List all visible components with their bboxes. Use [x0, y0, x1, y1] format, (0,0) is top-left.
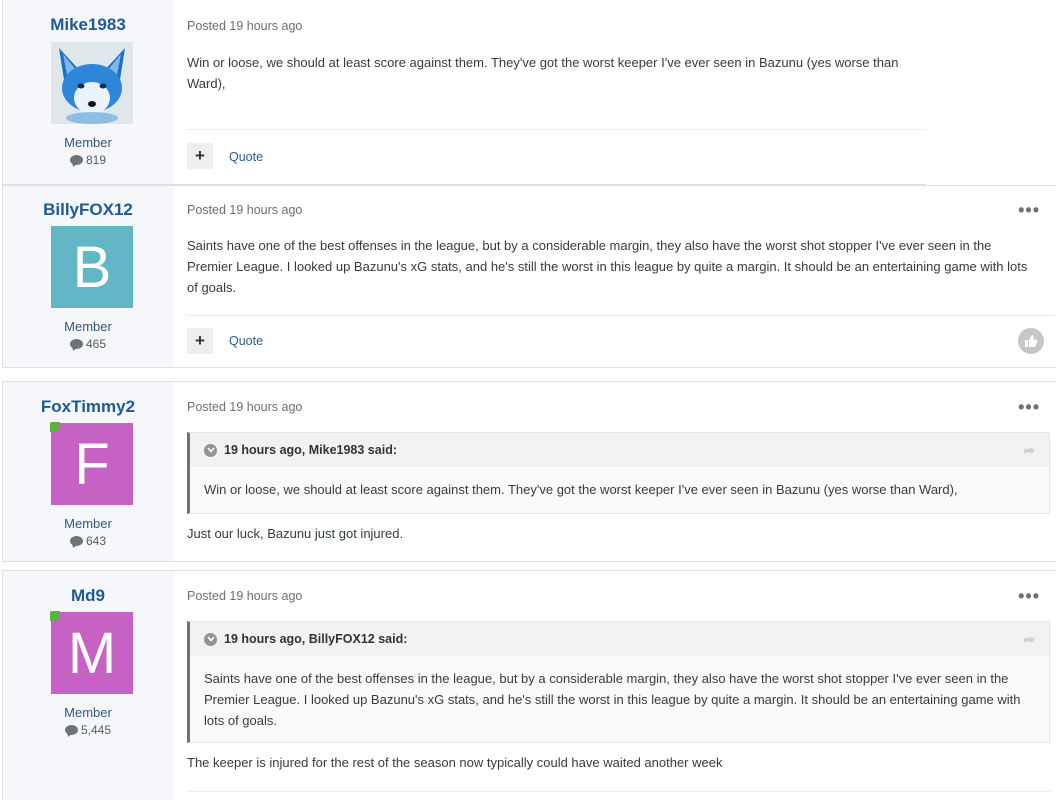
quote-citation: 19 hours ago, BillyFOX12 said:: [224, 632, 408, 646]
forum-post: FoxTimmy2 F Member 643 Posted 19 hours a…: [2, 381, 1056, 562]
posted-label: Posted: [187, 19, 226, 33]
post-count: 819: [3, 153, 173, 167]
quote-header: 19 hours ago, Mike1983 said: ➦: [190, 433, 1049, 467]
member-title: Member: [64, 516, 112, 531]
avatar[interactable]: F: [50, 422, 133, 505]
divider: [187, 315, 1055, 316]
quote-text: Win or loose, we should at least score a…: [204, 482, 958, 497]
quote-header: 19 hours ago, BillyFOX12 said: ➦: [190, 622, 1049, 656]
posted-label: Posted: [187, 400, 226, 414]
multiquote-button[interactable]: +: [187, 143, 213, 169]
post-count: 5,445: [3, 723, 173, 737]
avatar-letter: B: [72, 234, 112, 300]
share-arrow-icon[interactable]: ➦: [1023, 631, 1035, 648]
author-name[interactable]: Mike1983: [3, 15, 173, 35]
author-panel: Mike1983 Member 819: [3, 0, 173, 184]
posted-label: Posted: [187, 589, 226, 603]
avatar-letter: M: [67, 620, 117, 686]
member-title: Member: [64, 319, 112, 334]
author-name[interactable]: Md9: [3, 586, 173, 606]
quote-citation: 19 hours ago, Mike1983 said:: [224, 443, 397, 457]
post-count-value: 465: [85, 337, 107, 351]
post-content: Win or loose, we should at least score a…: [187, 55, 899, 91]
post-count: 465: [3, 337, 173, 351]
author-name[interactable]: FoxTimmy2: [3, 397, 173, 417]
comment-icon: [69, 155, 83, 165]
avatar-letter: F: [74, 431, 110, 497]
author-name[interactable]: BillyFOX12: [3, 200, 173, 220]
forum-post: Mike1983 Member 819 Posted 19 hours ago …: [2, 0, 927, 185]
chevron-down-icon[interactable]: [204, 443, 217, 457]
forum-post: Md9 M Member 5,445 Posted 19 hours ago •…: [2, 570, 1056, 800]
post-date[interactable]: 19 hours ago: [229, 400, 302, 414]
share-arrow-icon[interactable]: ➦: [1023, 442, 1035, 459]
post-content: The keeper is injured for the rest of th…: [187, 755, 723, 770]
comment-icon: [69, 536, 83, 546]
post-meta: Posted 19 hours ago: [187, 203, 302, 217]
post-meta: Posted 19 hours ago: [187, 589, 302, 603]
like-button[interactable]: [1018, 328, 1044, 354]
divider: [187, 791, 1051, 792]
thumbs-up-icon: [1025, 335, 1038, 347]
post-meta: Posted 19 hours ago: [187, 400, 302, 414]
author-panel: FoxTimmy2 F Member 643: [3, 382, 173, 561]
fox-avatar-image: [51, 42, 133, 124]
member-title: Member: [64, 135, 112, 150]
posted-label: Posted: [187, 203, 226, 217]
post-content: Saints have one of the best offenses in …: [187, 238, 1028, 295]
author-panel: BillyFOX12 B Member 465: [3, 186, 173, 367]
forum-post: BillyFOX12 B Member 465 Posted 19 hours …: [2, 185, 1056, 368]
post-menu-button[interactable]: •••: [1018, 586, 1040, 607]
author-panel: Md9 M Member 5,445: [3, 571, 173, 800]
quote-text: Saints have one of the best offenses in …: [204, 671, 1021, 728]
post-count-value: 643: [85, 534, 107, 548]
comment-icon: [64, 725, 78, 735]
online-indicator: [50, 422, 60, 432]
comment-icon: [69, 339, 83, 349]
online-indicator: [50, 611, 60, 621]
chevron-down-icon[interactable]: [204, 632, 217, 646]
post-date[interactable]: 19 hours ago: [229, 19, 302, 33]
quote-button[interactable]: Quote: [229, 334, 263, 348]
post-count-value: 819: [85, 153, 107, 167]
post-menu-button[interactable]: •••: [1018, 200, 1040, 221]
member-title: Member: [64, 705, 112, 720]
avatar[interactable]: M: [50, 611, 133, 694]
post-count: 643: [3, 534, 173, 548]
post-menu-button[interactable]: •••: [1018, 397, 1040, 418]
quote-block: 19 hours ago, BillyFOX12 said: ➦ Saints …: [187, 621, 1050, 743]
avatar[interactable]: [51, 42, 133, 124]
post-count-value: 5,445: [80, 723, 112, 737]
multiquote-button[interactable]: +: [187, 328, 213, 354]
divider: [187, 129, 927, 130]
post-date[interactable]: 19 hours ago: [229, 203, 302, 217]
quote-button[interactable]: Quote: [229, 150, 263, 164]
post-meta: Posted 19 hours ago: [187, 19, 302, 33]
quote-block: 19 hours ago, Mike1983 said: ➦ Win or lo…: [187, 432, 1050, 514]
avatar[interactable]: B: [51, 226, 133, 308]
post-content: Just our luck, Bazunu just got injured.: [187, 526, 404, 541]
post-date[interactable]: 19 hours ago: [229, 589, 302, 603]
